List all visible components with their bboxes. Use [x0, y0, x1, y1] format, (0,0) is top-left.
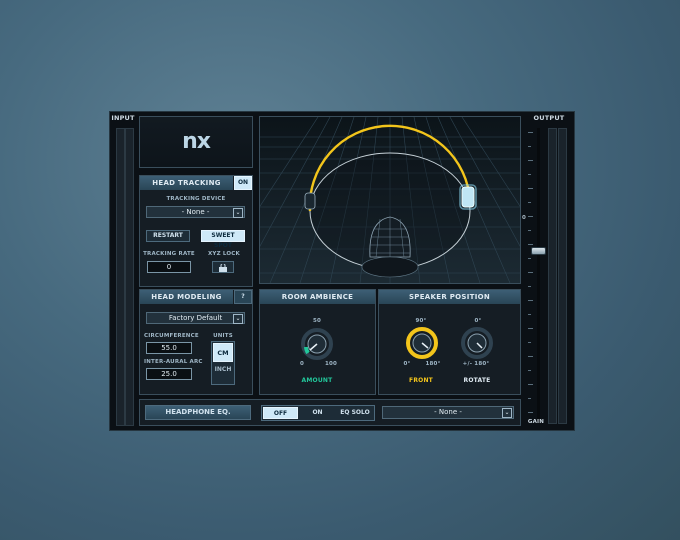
ambience-max-label: 100 [324, 361, 338, 367]
xyz-lock-label: XYZ LOCK [207, 251, 240, 257]
xyz-lock-button[interactable] [212, 261, 234, 273]
chevron-down-icon: ⌄ [233, 314, 243, 324]
head-tracking-title: HEAD TRACKING [140, 176, 233, 190]
gain-label: GAIN [527, 419, 545, 425]
unit-inch-option[interactable]: INCH [212, 366, 234, 373]
gain-slider-handle[interactable] [531, 247, 546, 255]
front-top-value: 90° [415, 318, 427, 324]
head-visualizer[interactable] [259, 116, 521, 284]
head-visualizer-svg [260, 117, 520, 283]
tracking-rate-label: TRACKING RATE [143, 251, 195, 257]
output-meter-left [548, 128, 557, 424]
eq-on-option[interactable]: ON [300, 407, 335, 419]
amount-label: AMOUNT [301, 377, 333, 384]
ambience-knob[interactable] [300, 327, 334, 361]
headphone-eq-bar: HEADPHONE EQ. OFF ON EQ SOLO - None - ⌄ [139, 399, 521, 426]
front-label: FRONT [409, 377, 433, 384]
eq-mode-toggle[interactable]: OFF ON EQ SOLO [261, 405, 375, 421]
head-modeling-title: HEAD MODELING [140, 290, 233, 304]
output-meter-right [558, 128, 567, 424]
room-ambience-panel: ROOM AMBIENCE 50 0 100 AMOUNT [259, 289, 376, 395]
headphone-eq-button[interactable]: HEADPHONE EQ. [145, 405, 251, 420]
restart-button[interactable]: RESTART [146, 230, 190, 242]
tracking-device-value: - None - [181, 208, 210, 216]
head-tracking-panel: HEAD TRACKING ON TRACKING DEVICE - None … [139, 175, 253, 287]
ambience-min-label: 0 [299, 361, 305, 367]
circumference-label: CIRCUMFERENCE [144, 333, 199, 339]
rotate-label: ROTATE [463, 377, 491, 384]
input-meter-left [116, 128, 125, 426]
right-speaker-icon [459, 184, 477, 210]
head-preset-select[interactable]: Factory Default ⌄ [146, 312, 245, 324]
speaker-position-title: SPEAKER POSITION [379, 290, 520, 304]
lock-icon [219, 263, 227, 272]
eq-solo-option[interactable]: EQ SOLO [337, 407, 373, 419]
tracking-rate-field[interactable]: 0 [147, 261, 191, 273]
sweet-spot-button[interactable]: SWEET SPOT [201, 230, 245, 249]
head-modeling-panel: HEAD MODELING ? Factory Default ⌄ CIRCUM… [139, 289, 253, 395]
units-toggle[interactable]: CM INCH [211, 341, 235, 385]
tracking-device-label: TRACKING DEVICE [166, 196, 226, 202]
room-ambience-title: ROOM AMBIENCE [260, 290, 375, 304]
front-knob[interactable] [405, 326, 439, 360]
rotate-knob[interactable] [460, 326, 494, 360]
circumference-field[interactable]: 55.0 [146, 342, 192, 354]
ambience-top-value: 50 [312, 318, 322, 324]
chevron-down-icon: ⌄ [233, 208, 243, 218]
nx-plugin-window: INPUT OUTPUT 0 GAIN nx HEAD TRACKING ON … [109, 111, 575, 431]
interaural-field[interactable]: 25.0 [146, 368, 192, 380]
logo-panel: nx [139, 116, 253, 168]
units-label: UNITS [213, 333, 233, 339]
rotate-top-value: 0° [474, 318, 482, 324]
front-max-label: 180° [425, 361, 441, 367]
input-label: INPUT [111, 114, 135, 122]
rotate-range-label: +/- 180° [462, 361, 490, 367]
eq-off-option[interactable]: OFF [263, 407, 298, 419]
gain-slider-track[interactable] [537, 128, 540, 422]
head-tracking-on-toggle[interactable]: ON [234, 176, 252, 190]
interaural-label: INTER-AURAL ARC [144, 359, 203, 365]
left-speaker-icon [304, 192, 316, 210]
head-preset-value: Factory Default [168, 314, 223, 322]
front-min-label: 0° [403, 361, 411, 367]
eq-preset-value: - None - [434, 408, 462, 416]
input-meter-right [125, 128, 134, 426]
chevron-down-icon: ⌄ [502, 408, 512, 418]
nx-logo: nx [182, 129, 211, 154]
speaker-position-panel: SPEAKER POSITION 90° 0° 180° FRONT 0° +/… [378, 289, 521, 395]
tracking-device-select[interactable]: - None - ⌄ [146, 206, 245, 218]
output-label: OUTPUT [533, 114, 565, 122]
eq-preset-select[interactable]: - None - ⌄ [382, 406, 514, 419]
help-button[interactable]: ? [234, 290, 252, 304]
unit-cm-option[interactable]: CM [213, 343, 233, 362]
